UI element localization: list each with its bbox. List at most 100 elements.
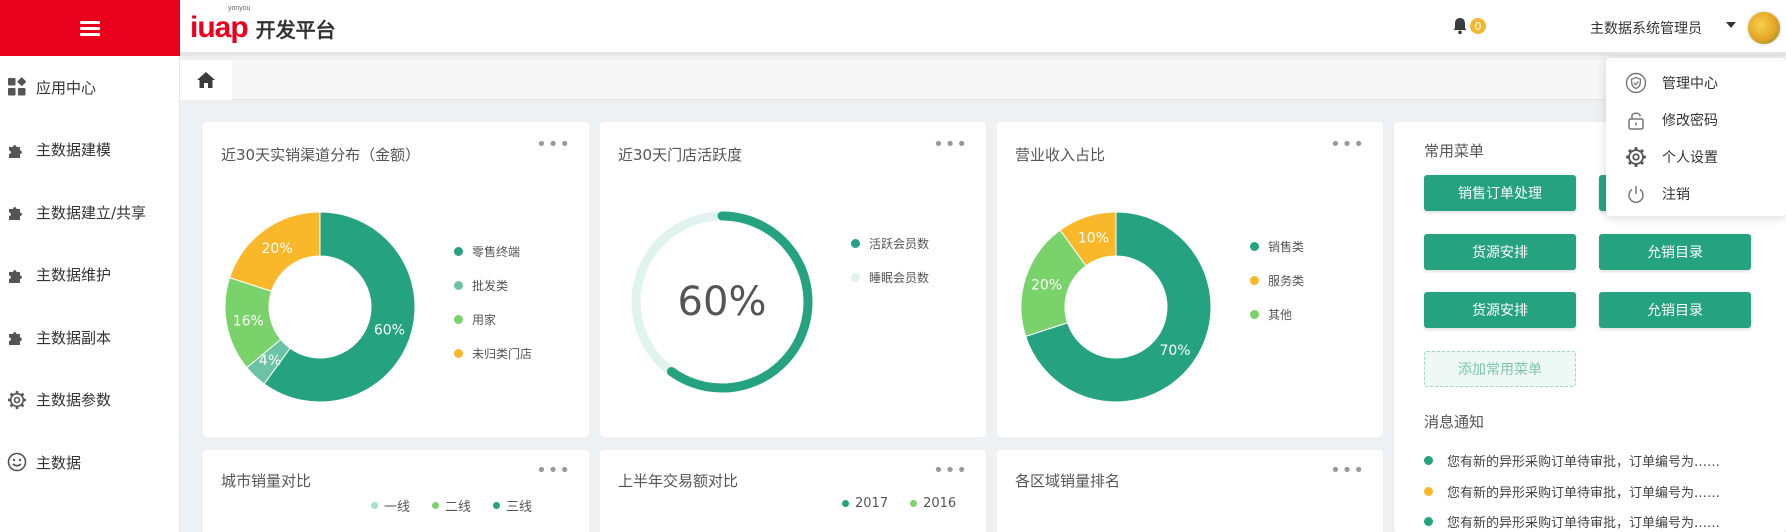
menu-button-allowed-catalog[interactable]: 允销目录	[1599, 234, 1751, 270]
legend-item[interactable]: 批发类	[454, 268, 532, 302]
power-icon	[1624, 182, 1648, 206]
legend-label: 2016	[923, 496, 957, 511]
legend-label: 睡眠会员数	[869, 270, 930, 285]
legend-label: 批发类	[472, 278, 509, 293]
more-icon[interactable]: •••	[536, 460, 571, 481]
card-title: 城市销量对比	[221, 472, 312, 490]
legend-item[interactable]: 2017	[842, 496, 888, 511]
avatar[interactable]	[1746, 10, 1782, 46]
legend-swatch	[1250, 309, 1259, 319]
card-title: 上半年交易额对比	[618, 472, 739, 490]
user-menu-item-label: 修改密码	[1662, 112, 1718, 129]
legend-item[interactable]: 睡眠会员数	[851, 260, 929, 294]
slice-label: 20%	[262, 241, 293, 257]
slice-label: 20%	[1031, 277, 1062, 293]
sidebar-item-4[interactable]: 主数据副本	[0, 306, 179, 369]
legend-swatch	[454, 280, 463, 290]
sidebar-item-3[interactable]: 主数据维护	[0, 244, 179, 307]
sidebar: 应用中心主数据建模主数据建立/共享 主数据维护主数据副本主数据参数主数据	[0, 56, 180, 532]
legend-swatch	[454, 246, 463, 256]
menu-button-supply-arrangement-2[interactable]: 货源安排	[1424, 292, 1576, 328]
legend-item[interactable]: 二线	[432, 496, 471, 515]
user-menu-item-0[interactable]: 管理中心	[1606, 64, 1786, 101]
card-title: 近30天实销渠道分布（金额）	[221, 146, 421, 164]
legend-swatch	[851, 272, 860, 282]
notice-item[interactable]: 您有新的异形采购订单待审批，订单编号为……	[1424, 512, 1720, 531]
legend-item[interactable]: 一线	[371, 496, 410, 515]
slice-label: 60%	[374, 323, 405, 339]
chart-legend: 零售终端批发类用家未归类门店	[454, 234, 532, 370]
legend-item[interactable]: 销售类	[1250, 229, 1304, 263]
sidebar-item-0[interactable]: 应用中心	[0, 56, 179, 119]
sidebar-item-label: 主数据副本	[36, 328, 112, 347]
tab-home[interactable]	[180, 60, 232, 100]
legend-item[interactable]: 用家	[454, 302, 532, 336]
user-menu-item-3[interactable]: 注销	[1606, 175, 1786, 212]
user-menu-item-label: 个人设置	[1662, 149, 1718, 166]
more-icon[interactable]: •••	[1330, 460, 1365, 481]
sidebar-item-6[interactable]: 主数据	[0, 431, 179, 494]
sidebar-item-5[interactable]: 主数据参数	[0, 369, 179, 432]
legend-label: 2017	[855, 496, 889, 511]
revenue-share-card: 营业收入占比 ••• 70% 20% 10% 销售类 服务类 其他	[997, 122, 1383, 437]
puzzle-icon	[6, 201, 28, 223]
caret-down-icon[interactable]	[1726, 22, 1736, 28]
notice-item[interactable]: 您有新的异形采购订单待审批，订单编号为……	[1424, 482, 1720, 501]
legend-label: 零售终端	[472, 244, 521, 259]
sidebar-item-label: 主数据建立/共享	[36, 203, 147, 222]
more-icon[interactable]: •••	[933, 460, 968, 481]
menu-button-allowed-catalog-2[interactable]: 允销目录	[1599, 292, 1751, 328]
region-ranking-card: 各区域销量排名 •••	[997, 450, 1383, 532]
add-common-menu-button[interactable]: 添加常用菜单	[1424, 351, 1576, 387]
notice-item[interactable]: 您有新的异形采购订单待审批，订单编号为……	[1424, 451, 1720, 470]
sidebar-item-2[interactable]: 主数据建立/共享	[0, 181, 179, 244]
card-title: 各区域销量排名	[1015, 472, 1121, 490]
user-name[interactable]: 主数据系统管理员	[1590, 18, 1702, 38]
slice-label: 70%	[1159, 343, 1190, 359]
legend-label: 未归类门店	[472, 346, 533, 361]
more-icon[interactable]: •••	[1330, 134, 1365, 155]
notification-button[interactable]: 0	[1452, 17, 1486, 35]
legend-item[interactable]: 活跃会员数	[851, 226, 929, 260]
logo-text: 开发平台	[255, 17, 336, 42]
channel-distribution-card: 近30天实销渠道分布（金额） ••• 60% 4% 16% 20% 零售终端 批发类 用家…	[203, 122, 589, 437]
menu-button-supply-arrangement[interactable]: 货源安排	[1424, 234, 1576, 270]
legend-swatch	[371, 502, 378, 509]
chart-legend: 活跃会员数睡眠会员数	[851, 226, 929, 294]
sidebar-item-label: 主数据参数	[36, 391, 112, 410]
legend-label: 二线	[445, 500, 472, 515]
user-menu-item-label: 注销	[1662, 186, 1690, 203]
user-dropdown-menu: 管理中心修改密码个人设置注销	[1606, 58, 1786, 216]
legend-item[interactable]: 未归类门店	[454, 336, 532, 370]
sidebar-item-label: 应用中心	[36, 78, 97, 97]
legend-item[interactable]: 三线	[493, 496, 532, 515]
card-title: 近30天门店活跃度	[618, 146, 743, 164]
legend-swatch	[454, 348, 463, 358]
trade-amount-card: 上半年交易额对比 ••• 2017 2016	[600, 450, 986, 532]
notice-dot	[1424, 456, 1433, 465]
lock-icon	[1624, 108, 1648, 132]
legend-swatch	[851, 238, 860, 248]
legend-item[interactable]: 零售终端	[454, 234, 532, 268]
user-menu-item-2[interactable]: 个人设置	[1606, 138, 1786, 175]
sidebar-item-label: 主数据	[36, 453, 82, 472]
legend-label: 活跃会员数	[869, 236, 930, 251]
menu-toggle-button[interactable]	[0, 0, 180, 56]
sidebar-item-label: 主数据建模	[36, 141, 112, 160]
home-icon	[197, 72, 215, 88]
card-title: 营业收入占比	[1015, 146, 1106, 164]
sidebar-item-1[interactable]: 主数据建模	[0, 119, 179, 182]
legend-item[interactable]: 其他	[1250, 297, 1304, 331]
legend-item[interactable]: 服务类	[1250, 263, 1304, 297]
legend-item[interactable]: 2016	[910, 496, 956, 511]
user-menu-item-1[interactable]: 修改密码	[1606, 101, 1786, 138]
chart-legend: 销售类 服务类 其他	[1250, 229, 1304, 331]
sidebar-item-label: 主数据维护	[36, 266, 112, 285]
legend-swatch	[454, 314, 463, 324]
more-icon[interactable]: •••	[536, 134, 571, 155]
slice-label: 10%	[1078, 231, 1109, 247]
legend-swatch	[910, 500, 918, 507]
more-icon[interactable]: •••	[933, 134, 968, 155]
menu-button-sales-order[interactable]: 销售订单处理	[1424, 175, 1576, 211]
app-logo[interactable]: yonyou iuap 开发平台	[190, 5, 336, 46]
